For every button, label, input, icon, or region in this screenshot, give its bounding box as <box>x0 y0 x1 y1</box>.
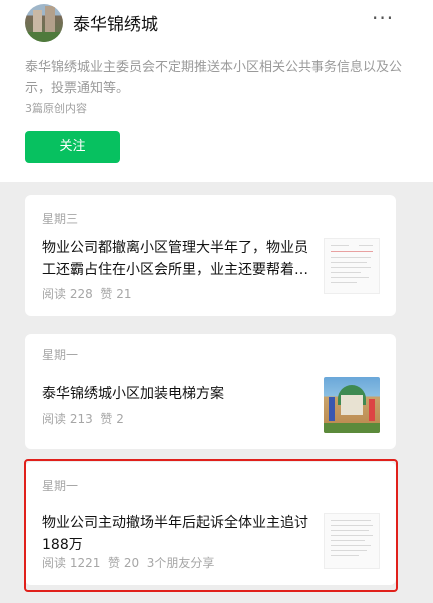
article-thumbnail <box>324 377 380 433</box>
article-thumbnail <box>324 238 380 294</box>
account-name: 泰华锦绣城 <box>73 15 158 35</box>
article-title[interactable]: 物业公司都撤离小区管理大半年了，物业员工还霸占住在小区会所里，业主还要帮着… <box>42 237 309 281</box>
like-count: 赞 21 <box>100 287 132 301</box>
avatar[interactable] <box>25 4 63 42</box>
article-card[interactable]: 星期三 物业公司都撤离小区管理大半年了，物业员工还霸占住在小区会所里，业主还要帮… <box>25 195 396 316</box>
original-count: 3篇原创内容 <box>25 102 87 115</box>
read-count: 阅读 228 <box>42 287 93 301</box>
avatar-building <box>33 10 42 34</box>
article-title[interactable]: 泰华锦绣城小区加装电梯方案 <box>42 383 309 405</box>
read-count: 阅读 213 <box>42 412 93 426</box>
article-stats: 阅读 213 赞 2 <box>42 410 124 427</box>
highlight-box <box>24 459 398 592</box>
article-card[interactable]: 星期一 泰华锦绣城小区加装电梯方案 阅读 213 赞 2 <box>25 334 396 449</box>
like-count: 赞 2 <box>100 412 124 426</box>
avatar-greenery <box>25 32 63 42</box>
account-header: 泰华锦绣城 ··· 泰华锦绣城业主委员会不定期推送本小区相关公共事务信息以及公示… <box>0 0 433 190</box>
follow-button[interactable]: 关注 <box>25 131 120 163</box>
avatar-building <box>45 6 55 34</box>
article-day: 星期三 <box>42 212 79 226</box>
article-day: 星期一 <box>42 348 79 362</box>
more-dots-icon[interactable]: ··· <box>372 6 394 30</box>
article-stats: 阅读 228 赞 21 <box>42 285 131 302</box>
account-description: 泰华锦绣城业主委员会不定期推送本小区相关公共事务信息以及公示，投票通知等。 <box>25 60 403 96</box>
